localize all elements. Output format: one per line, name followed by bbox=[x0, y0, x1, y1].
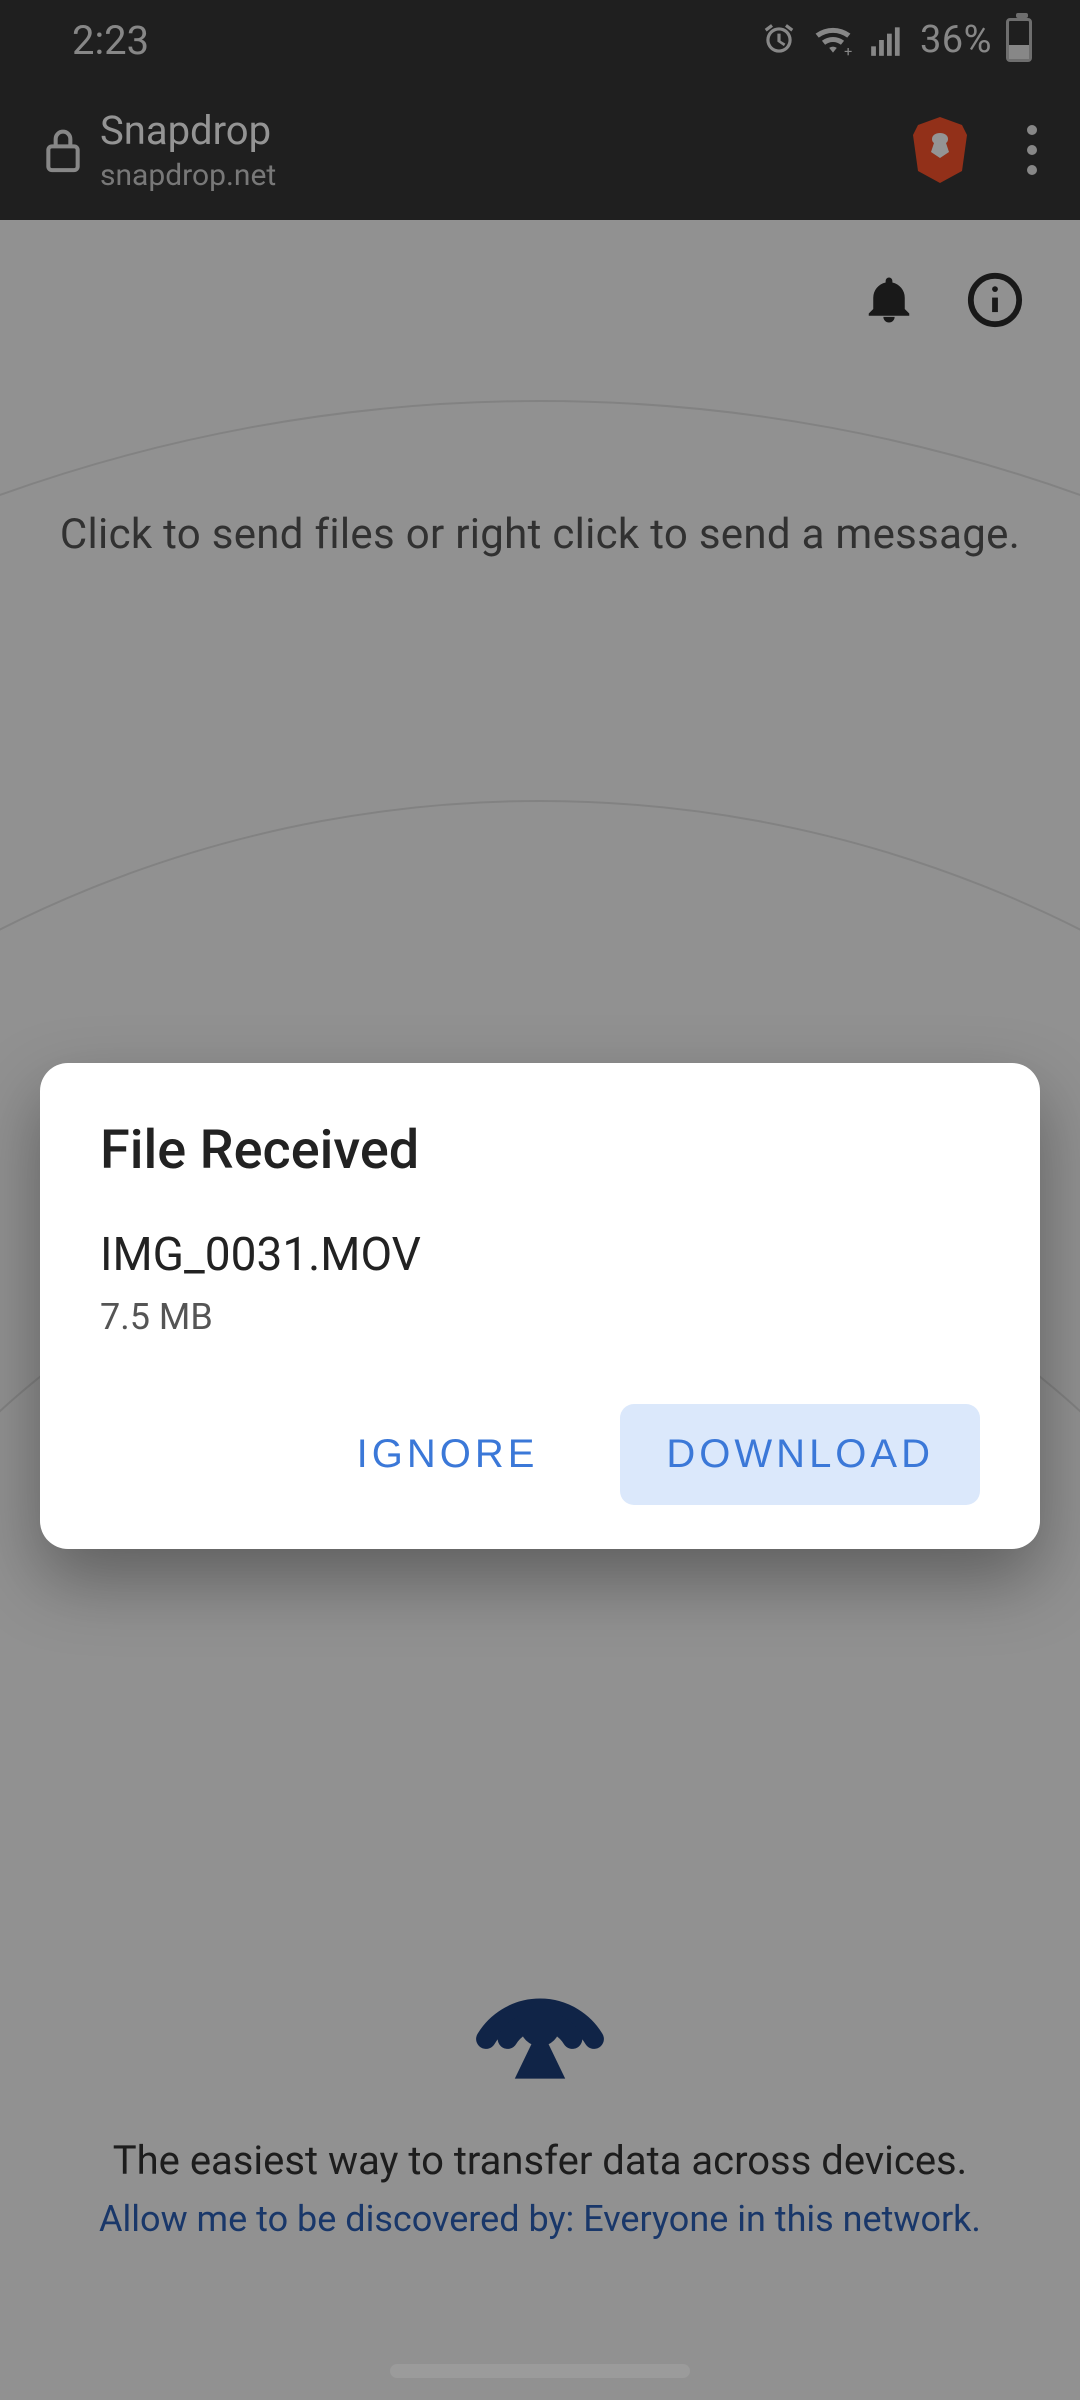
file-received-dialog: File Received IMG_0031.MOV 7.5 MB IGNORE… bbox=[40, 1063, 1040, 1549]
dialog-filename: IMG_0031.MOV bbox=[100, 1228, 980, 1282]
dialog-title: File Received bbox=[100, 1119, 980, 1182]
dialog-filesize: 7.5 MB bbox=[100, 1296, 980, 1338]
download-button[interactable]: DOWNLOAD bbox=[620, 1404, 980, 1505]
ignore-button[interactable]: IGNORE bbox=[311, 1404, 585, 1505]
nav-pill[interactable] bbox=[390, 2364, 690, 2378]
